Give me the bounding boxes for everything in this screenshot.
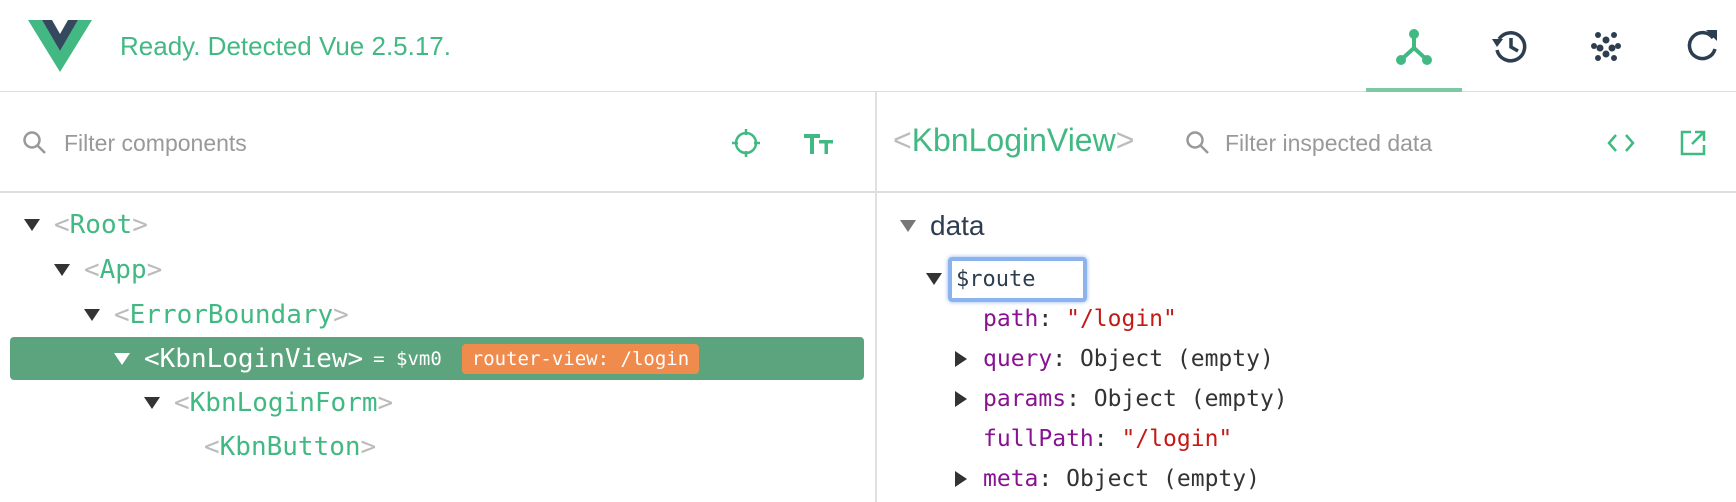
section-title: data <box>930 210 985 241</box>
expand-arrow-icon[interactable] <box>955 391 967 407</box>
status-text: Ready. Detected Vue 2.5.17. <box>120 31 451 61</box>
tab-history[interactable] <box>1462 0 1558 92</box>
search-icon <box>23 131 46 154</box>
expand-arrow-icon[interactable] <box>24 219 40 231</box>
tree-item-error-boundary[interactable]: < ErrorBoundary > <box>84 295 349 335</box>
data-section-header[interactable]: data <box>900 208 985 244</box>
history-icon <box>1492 31 1527 63</box>
tree-item-kbn-login-view[interactable]: < KbnLoginView > = $vm0 router-view: /logi… <box>10 337 864 380</box>
prop-row-params[interactable]: params: Object (empty) <box>955 382 1288 416</box>
components-toolbar <box>0 92 875 193</box>
expand-arrow-icon[interactable] <box>926 273 942 285</box>
text-format-icon[interactable] <box>802 127 836 159</box>
prop-row-path[interactable]: path: "/login" <box>983 302 1177 336</box>
refresh-icon <box>1687 30 1717 61</box>
expand-arrow-icon[interactable] <box>84 309 100 321</box>
prop-row-meta[interactable]: meta: Object (empty) <box>955 462 1260 496</box>
refresh-button[interactable] <box>1654 0 1736 92</box>
prop-row-full-path[interactable]: fullPath: "/login" <box>983 422 1232 456</box>
filter-components-input[interactable] <box>64 127 624 159</box>
router-view-badge: router-view: /login <box>461 343 700 374</box>
tab-vuex[interactable] <box>1558 0 1654 92</box>
inspected-component-title: <KbnLoginView> <box>893 122 1135 158</box>
expand-arrow-icon[interactable] <box>900 220 916 232</box>
tree-item-root[interactable]: < Root > <box>24 205 148 245</box>
vue-logo-icon <box>28 20 92 72</box>
prop-row-query[interactable]: query: Object (empty) <box>955 342 1274 376</box>
tree-item-kbn-button[interactable]: < KbnButton > <box>204 427 376 467</box>
components-icon <box>1396 29 1432 65</box>
crosshair-icon[interactable] <box>730 127 762 159</box>
vm-reference: = $vm0 <box>373 347 442 370</box>
top-bar: Ready. Detected Vue 2.5.17. <box>0 0 1736 92</box>
search-icon <box>1186 131 1209 154</box>
expand-arrow-icon[interactable] <box>955 471 967 487</box>
panel-divider[interactable] <box>875 92 877 502</box>
expand-arrow-icon[interactable] <box>54 264 70 276</box>
tab-components[interactable] <box>1366 0 1462 92</box>
expand-arrow-icon[interactable] <box>114 352 130 365</box>
inspector-toolbar: <KbnLoginView> <box>877 92 1736 193</box>
open-external-icon[interactable] <box>1678 128 1708 158</box>
tree-item-app[interactable]: < App > <box>54 250 162 290</box>
code-icon[interactable] <box>1606 129 1636 157</box>
route-row[interactable]: $route <box>926 256 1088 302</box>
route-key-editor[interactable]: $route <box>948 256 1088 302</box>
filter-inspected-data-input[interactable] <box>1225 127 1565 159</box>
tree-item-kbn-login-form[interactable]: < KbnLoginForm > <box>144 383 393 423</box>
vuex-icon <box>1591 32 1621 61</box>
expand-arrow-icon[interactable] <box>955 351 967 367</box>
expand-arrow-icon[interactable] <box>144 397 160 409</box>
